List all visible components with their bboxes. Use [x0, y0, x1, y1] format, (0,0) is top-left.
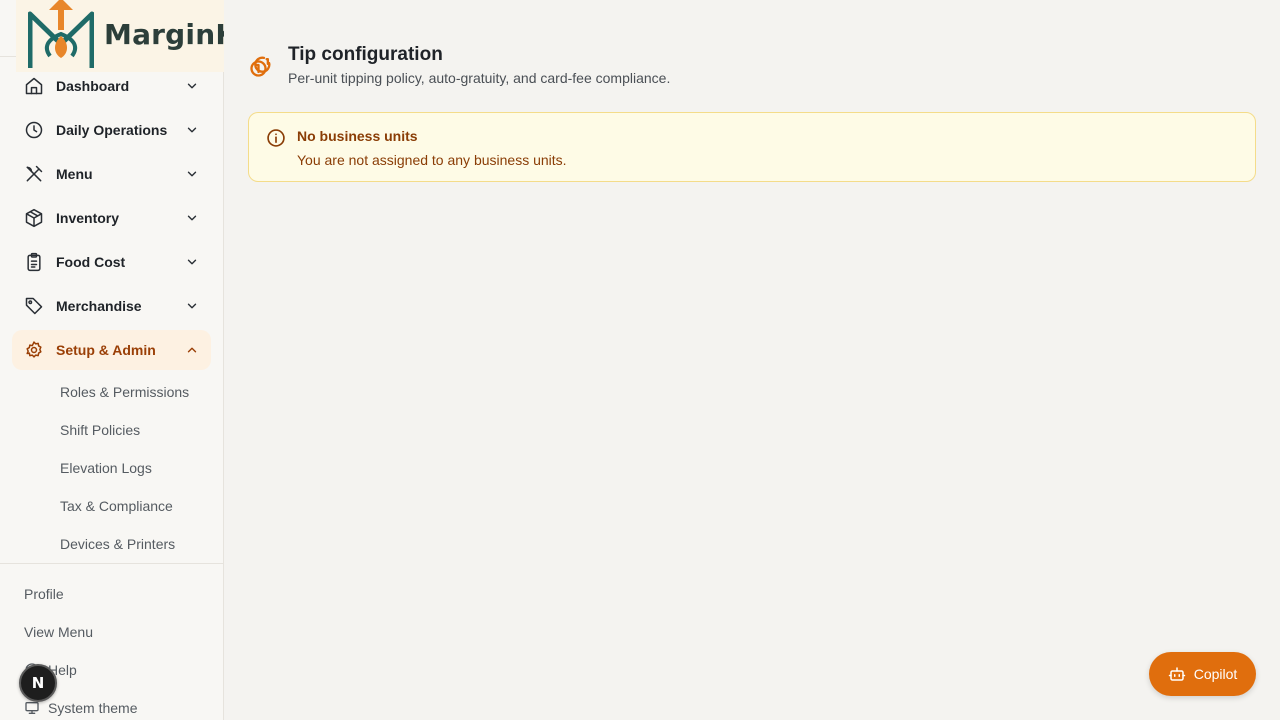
chevron-down-icon	[187, 259, 197, 265]
no-business-units-alert: No business units You are not assigned t…	[248, 112, 1256, 182]
chevron-down-icon	[187, 303, 197, 309]
monitor-icon	[24, 700, 42, 716]
chevron-down-icon	[187, 171, 197, 177]
divider	[0, 56, 16, 57]
box-icon	[24, 208, 44, 228]
subnav-item-elevation-logs[interactable]: Elevation Logs	[60, 449, 220, 487]
info-icon	[267, 129, 285, 147]
sidebar-item-food-cost[interactable]: Food Cost	[12, 242, 211, 282]
chevron-up-icon	[187, 347, 197, 353]
alert-title: No business units	[297, 128, 418, 144]
brand-name: MarginK	[104, 18, 224, 51]
chevron-down-icon	[187, 127, 197, 133]
view-menu-label: View Menu	[24, 624, 94, 640]
user-avatar[interactable]: N	[19, 664, 57, 702]
chevron-down-icon	[187, 83, 197, 89]
page-subtitle: Per-unit tipping policy, auto-gratuity, …	[288, 70, 671, 86]
page-title: Tip configuration	[288, 44, 443, 65]
coins-icon	[250, 56, 271, 77]
alert-message: You are not assigned to any business uni…	[297, 152, 567, 168]
tag-icon	[24, 296, 44, 316]
subnav-item-devices-printers[interactable]: Devices & Printers	[60, 525, 220, 563]
copilot-button[interactable]: Copilot	[1149, 652, 1256, 696]
setup-admin-subnav: Roles & Permissions Shift Policies Eleva…	[60, 373, 220, 563]
sidebar-item-label: Food Cost	[56, 254, 126, 270]
main-nav: Dashboard Daily Operations Menu Inventor…	[12, 66, 211, 374]
clipboard-icon	[24, 252, 44, 272]
chevron-down-icon	[187, 215, 197, 221]
home-icon	[24, 76, 44, 96]
sidebar-item-setup-admin[interactable]: Setup & Admin	[12, 330, 211, 370]
sidebar-item-label: Menu	[56, 166, 93, 182]
sidebar-item-label: Daily Operations	[56, 122, 168, 138]
sidebar-item-dashboard[interactable]: Dashboard	[12, 66, 211, 106]
sidebar-item-daily-operations[interactable]: Daily Operations	[12, 110, 211, 150]
sidebar-item-merchandise[interactable]: Merchandise	[12, 286, 211, 326]
sidebar-item-label: Dashboard	[56, 78, 130, 94]
subnav-item-shift-policies[interactable]: Shift Policies	[60, 411, 220, 449]
sidebar-footer: Profile View Menu Help System theme	[24, 575, 214, 720]
margink-logo-icon	[28, 0, 94, 68]
subnav-item-tax-compliance[interactable]: Tax & Compliance	[60, 487, 220, 525]
subnav-item-roles-permissions[interactable]: Roles & Permissions	[60, 373, 220, 411]
bot-icon	[1168, 665, 1186, 683]
gear-icon	[24, 340, 44, 360]
sidebar-item-label: Merchandise	[56, 298, 142, 314]
theme-label: System theme	[48, 700, 138, 716]
sidebar-item-inventory[interactable]: Inventory	[12, 198, 211, 238]
sidebar-item-label: Inventory	[56, 210, 120, 226]
view-menu-link[interactable]: View Menu	[24, 613, 214, 651]
copilot-label: Copilot	[1193, 666, 1238, 682]
sidebar-item-label: Setup & Admin	[56, 342, 156, 358]
profile-link[interactable]: Profile	[24, 575, 214, 613]
logo[interactable]: MarginK	[16, 0, 224, 72]
clock-icon	[24, 120, 44, 140]
divider	[0, 563, 223, 564]
utensils-icon	[24, 164, 44, 184]
profile-label: Profile	[24, 586, 64, 602]
sidebar: MarginK Dashboard Daily Operations Menu	[0, 0, 224, 720]
sidebar-item-menu[interactable]: Menu	[12, 154, 211, 194]
